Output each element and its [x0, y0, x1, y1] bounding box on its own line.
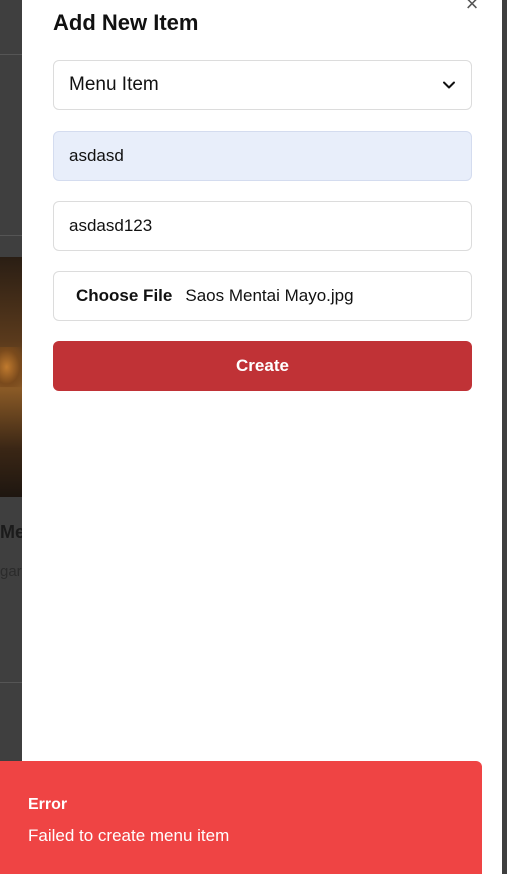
file-input[interactable]: Choose File Saos Mentai Mayo.jpg [53, 271, 472, 321]
error-toast[interactable]: Error Failed to create menu item [0, 761, 482, 874]
choose-file-button[interactable]: Choose File [76, 286, 172, 306]
item-type-select[interactable]: Menu Item [53, 60, 472, 110]
file-name: Saos Mentai Mayo.jpg [185, 286, 354, 305]
item-second-value: asdasd123 [69, 216, 153, 235]
close-icon[interactable]: × [462, 0, 482, 16]
toast-message: Failed to create menu item [28, 826, 230, 845]
add-item-modal: × Add New Item Menu Item asdasd asdasd12… [22, 0, 502, 874]
background-divider [0, 235, 22, 236]
background-card-image [0, 257, 22, 497]
modal-title: Add New Item [53, 10, 199, 35]
background-right-strip [502, 0, 507, 874]
item-name-field[interactable]: asdasd [53, 131, 472, 181]
background-card-subtitle: gar [0, 563, 22, 580]
background-divider [0, 682, 22, 683]
background-divider [0, 54, 22, 55]
toast-title: Error [28, 796, 68, 813]
create-button[interactable]: Create [53, 341, 472, 391]
background-card-title: Me [0, 522, 22, 542]
chevron-down-icon [443, 81, 455, 89]
item-second-field[interactable]: asdasd123 [53, 201, 472, 251]
item-name-value: asdasd [69, 146, 124, 165]
item-type-selected-value: Menu Item [69, 74, 159, 95]
